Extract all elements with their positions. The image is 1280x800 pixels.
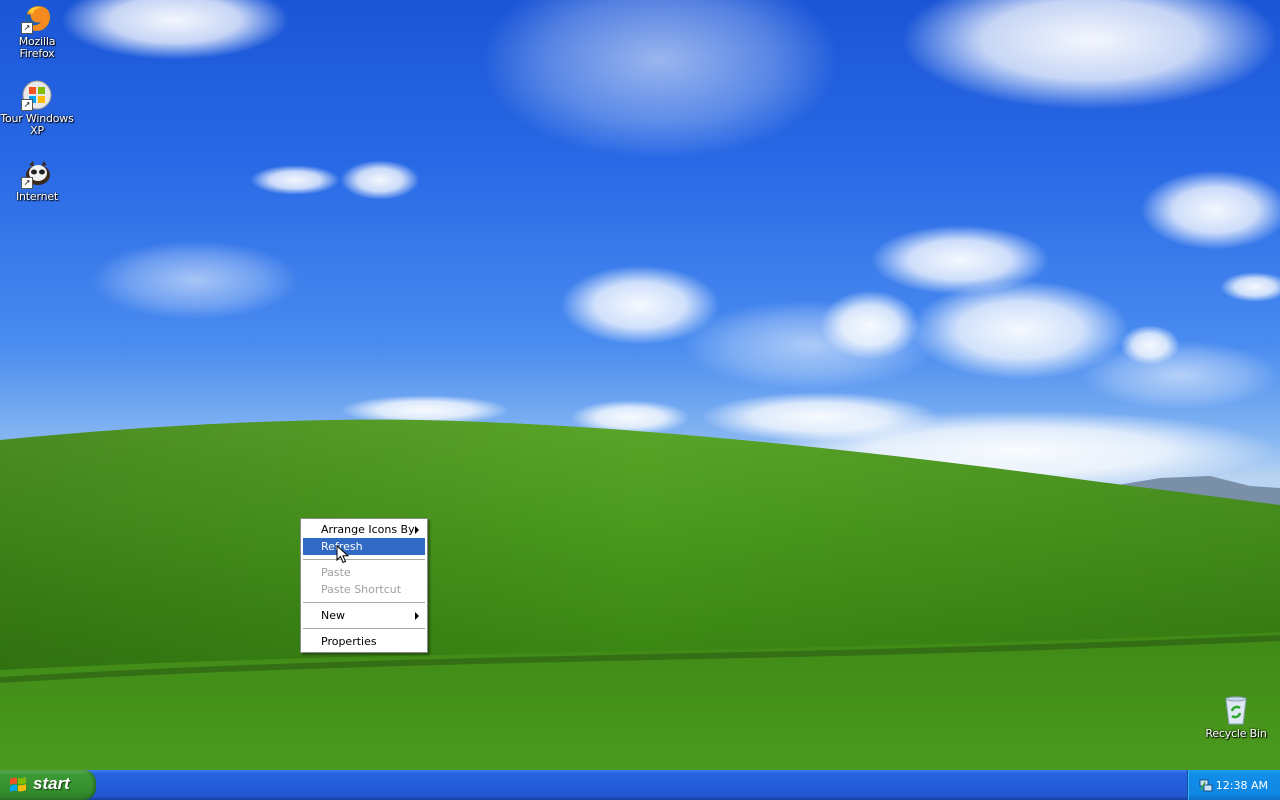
menu-item-new[interactable]: New: [303, 607, 425, 624]
desktop-icon-tour-windows-xp[interactable]: ↗ Tour Windows XP: [0, 79, 74, 137]
desktop-context-menu: Arrange Icons By Refresh Paste Paste Sho…: [300, 518, 428, 653]
green-hill: [0, 419, 1280, 770]
taskbar: start 12:38 AM: [0, 770, 1280, 800]
start-button[interactable]: start: [0, 770, 96, 800]
submenu-arrow-icon: [415, 612, 419, 620]
windows-logo-icon: [10, 777, 26, 792]
menu-separator: [303, 559, 425, 560]
firefox-icon: ↗: [21, 2, 53, 34]
menu-item-refresh[interactable]: Refresh: [303, 538, 425, 555]
menu-item-properties[interactable]: Properties: [303, 633, 425, 650]
network-connection-icon[interactable]: [1198, 777, 1214, 793]
menu-item-label: Paste: [321, 566, 351, 579]
menu-item-arrange-icons-by[interactable]: Arrange Icons By: [303, 521, 425, 538]
menu-item-label: Paste Shortcut: [321, 583, 402, 596]
tour-xp-icon: ↗: [21, 79, 53, 111]
desktop-icon-recycle-bin[interactable]: Recycle Bin: [1199, 694, 1273, 740]
internet-icon: ↗: [21, 157, 53, 189]
menu-separator: [303, 628, 425, 629]
start-label: start: [33, 774, 70, 793]
menu-separator: [303, 602, 425, 603]
taskbar-clock[interactable]: 12:38 AM: [1216, 779, 1268, 792]
desktop-icon-firefox[interactable]: ↗ Mozilla Firefox: [0, 2, 74, 60]
menu-item-paste-shortcut[interactable]: Paste Shortcut: [303, 581, 425, 598]
mouse-pointer-icon: [336, 545, 350, 564]
desktop-background[interactable]: ↗ Mozilla Firefox ↗ Tour Windows XP ↗ In…: [0, 0, 1280, 770]
desktop-icon-internet[interactable]: ↗ Internet: [0, 157, 74, 203]
menu-item-paste[interactable]: Paste: [303, 564, 425, 581]
system-tray: 12:38 AM: [1187, 770, 1280, 800]
recycle-bin-icon: [1220, 694, 1252, 726]
menu-item-label: New: [321, 609, 345, 622]
submenu-arrow-icon: [415, 526, 419, 534]
menu-item-label: Properties: [321, 635, 377, 648]
menu-item-label: Arrange Icons By: [321, 523, 415, 536]
